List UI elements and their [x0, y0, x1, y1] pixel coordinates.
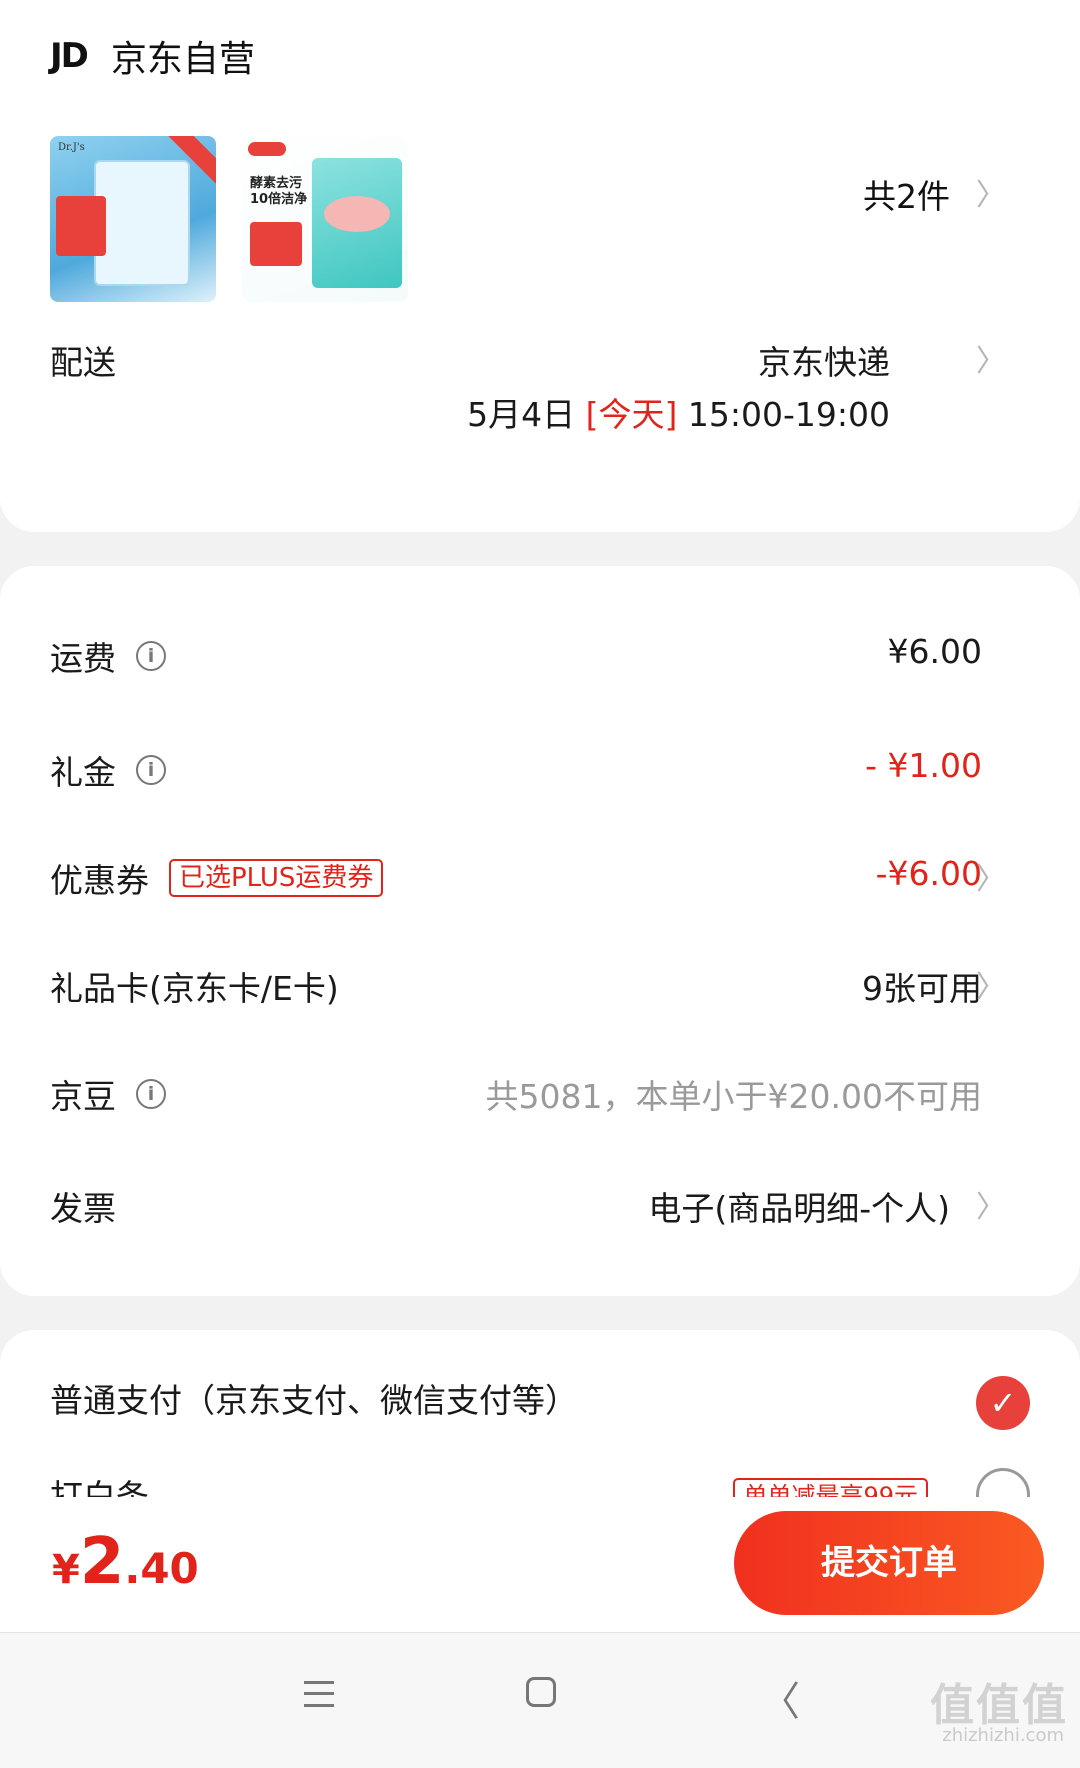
gift-card-label: 礼品卡(京东卡/E卡) — [50, 969, 339, 1008]
invoice-row[interactable]: 发票 电子(商品明细-个人) 〉 — [0, 1182, 1080, 1242]
checkout-bar: ¥2.40 提交订单 — [0, 1497, 1080, 1632]
product-thumbnails[interactable]: Dr.J's 酵素去污 10倍洁净 — [50, 136, 408, 302]
home-icon[interactable] — [526, 1677, 556, 1707]
delivery-today-badge: [今天] — [585, 395, 678, 434]
jd-beans-label: 京豆 — [50, 1077, 116, 1116]
menu-icon[interactable] — [304, 1681, 334, 1707]
watermark-logo: 值值值 — [930, 1680, 1068, 1731]
coupon-value: -¥6.00 — [875, 854, 982, 893]
submit-order-button[interactable]: 提交订单 — [734, 1511, 1044, 1615]
watermark-url: zhizhizhi.com — [942, 1725, 1064, 1746]
delivery-time[interactable]: 5月4日 [今天] 15:00-19:00 — [467, 388, 890, 436]
product-brand: Dr.J's — [58, 142, 85, 153]
wipes-pack-shape — [94, 160, 190, 286]
gift-cash-label: 礼金 — [50, 753, 116, 792]
order-confirm-page: JD 京东自营 Dr.J's 酵素去污 10倍洁净 共2件 〉 配送 京东快递 … — [0, 0, 1080, 1768]
freight-row: 运费 i ¥6.00 — [0, 632, 1080, 692]
currency-symbol: ¥ — [52, 1547, 80, 1593]
shipping-method[interactable]: 京东快递 — [758, 336, 890, 384]
price-integer: 2 — [79, 1525, 125, 1599]
wipes-product-image[interactable]: Dr.J's — [50, 136, 216, 302]
info-icon[interactable]: i — [136, 1079, 166, 1109]
back-icon[interactable]: 〈 — [760, 1669, 800, 1727]
gift-card-value: 9张可用 — [862, 969, 982, 1008]
promo-tag-shape — [56, 196, 106, 256]
brand-logo-shape — [248, 142, 286, 156]
info-icon[interactable]: i — [136, 755, 166, 785]
shipping-label: 配送 — [50, 343, 116, 382]
checkmark-icon[interactable]: ✓ — [976, 1376, 1030, 1430]
delivery-date: 5月4日 — [467, 395, 576, 434]
jd-logo: JD — [50, 36, 89, 76]
system-nav-bar: 〈 值值值 zhizhizhi.com — [0, 1632, 1080, 1768]
chevron-right-icon[interactable]: 〉 — [976, 336, 1006, 380]
invoice-label: 发票 — [50, 1189, 116, 1228]
store-header: JD 京东自营 — [50, 30, 255, 82]
chevron-right-icon[interactable]: 〉 — [976, 1182, 1006, 1226]
detergent-product-image[interactable]: 酵素去污 10倍洁净 — [242, 136, 408, 302]
freight-value: ¥6.00 — [887, 632, 982, 671]
product-promo-text: 酵素去污 10倍洁净 — [250, 176, 308, 207]
bag-label-shape — [324, 196, 390, 232]
jd-beans-value: 共5081，本单小于¥20.00不可用 — [485, 1077, 982, 1116]
price-decimal: .40 — [124, 1544, 199, 1593]
info-icon[interactable]: i — [136, 641, 166, 671]
coupon-label: 优惠券 — [50, 861, 149, 900]
item-count[interactable]: 共2件 — [863, 170, 950, 218]
gift-cash-value: - ¥1.00 — [865, 746, 982, 785]
store-name: 京东自营 — [110, 39, 255, 80]
coupon-selected-tag: 已选PLUS运费券 — [169, 859, 384, 897]
store-card: JD 京东自营 Dr.J's 酵素去污 10倍洁净 共2件 〉 配送 京东快递 … — [0, 0, 1080, 532]
freight-label: 运费 — [50, 639, 116, 678]
gift-cash-row: 礼金 i - ¥1.00 — [0, 746, 1080, 806]
invoice-value: 电子(商品明细-个人) — [648, 1189, 950, 1228]
jd-beans-row: 京豆 i 共5081，本单小于¥20.00不可用 — [0, 1070, 1080, 1130]
delivery-window: 15:00-19:00 — [687, 395, 890, 434]
chevron-right-icon[interactable]: 〉 — [976, 170, 1006, 214]
chevron-right-icon[interactable]: 〉 — [976, 962, 1006, 1006]
chevron-right-icon[interactable]: 〉 — [976, 854, 1006, 898]
coupon-row[interactable]: 优惠券 已选PLUS运费券 -¥6.00 〉 — [0, 854, 1080, 914]
normal-payment-label[interactable]: 普通支付（京东支付、微信支付等） — [50, 1374, 578, 1422]
gift-card-row[interactable]: 礼品卡(京东卡/E卡) 9张可用 〉 — [0, 962, 1080, 1022]
fees-card: 运费 i ¥6.00 礼金 i - ¥1.00 优惠券 已选PLUS运费券 -¥… — [0, 566, 1080, 1296]
total-price: ¥2.40 — [52, 1525, 199, 1599]
price-tag-shape — [250, 222, 302, 266]
